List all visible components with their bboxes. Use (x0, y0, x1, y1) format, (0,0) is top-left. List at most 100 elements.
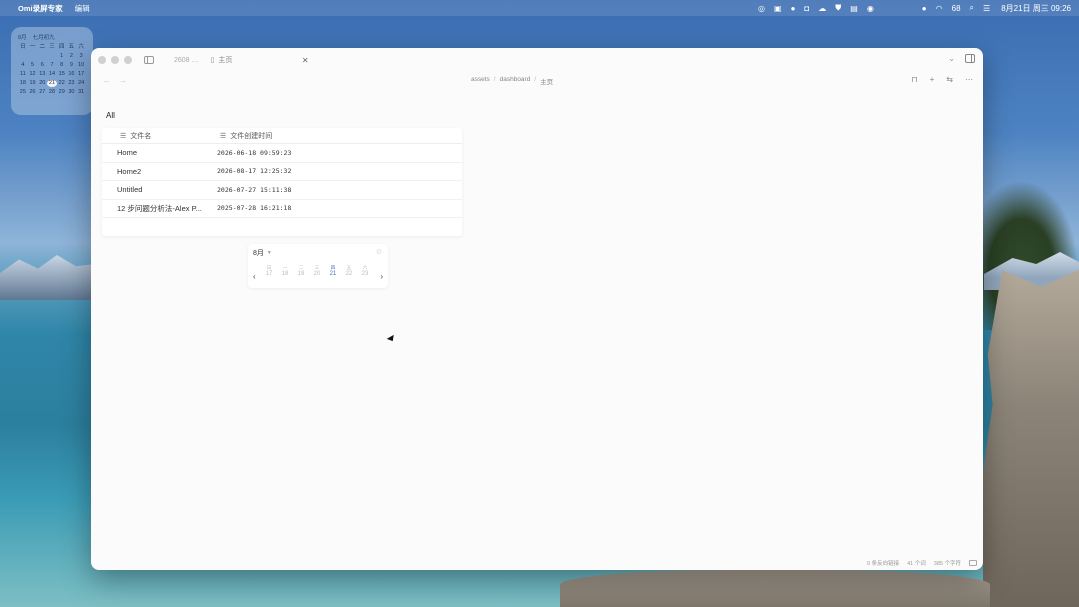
column-header-filename[interactable]: ☰ 文件名 (102, 131, 202, 141)
close-window-button[interactable] (98, 56, 106, 64)
backlinks-count[interactable]: 0 条反向链接 (867, 559, 899, 567)
breadcrumb-item[interactable]: 主页 (540, 76, 553, 86)
close-tab-icon[interactable]: ✕ (302, 56, 309, 65)
calendar-day[interactable]: 6 (37, 62, 47, 69)
control-center-icon[interactable]: ☰ (983, 4, 990, 13)
qq-icon[interactable]: ● (791, 4, 796, 13)
breadcrumb-item[interactable]: assets (471, 76, 490, 86)
file-icon: ▯ (210, 57, 215, 64)
month-selector[interactable]: 8月 ▼ (253, 248, 272, 258)
right-sidebar-toggle-icon[interactable] (965, 54, 975, 63)
view-title[interactable]: All (106, 111, 115, 120)
swap-icon[interactable]: ⇆ (946, 75, 953, 84)
calendar-day[interactable]: 15 (57, 71, 67, 78)
calendar-day[interactable]: 1 (57, 53, 67, 60)
settings-icon[interactable]: ⚙ (376, 248, 382, 256)
date-picker-day[interactable]: 三 20 (312, 265, 322, 277)
calendar-day[interactable]: 9 (67, 62, 77, 69)
wechat-icon[interactable]: ☁ (818, 4, 826, 13)
calendar-weekday: 三 (49, 44, 55, 50)
calendar-day[interactable]: 2 (67, 53, 77, 60)
calendar-day[interactable]: 16 (67, 71, 77, 78)
date-picker-day[interactable]: 日 17 (264, 265, 274, 277)
tab-home[interactable]: ▯ 主页 ✕ (205, 55, 315, 65)
date-picker-day[interactable]: 五 22 (344, 265, 354, 277)
calendar-day[interactable]: 14 (47, 71, 57, 78)
calendar-day[interactable]: 4 (18, 62, 28, 69)
search-icon[interactable]: ⌕ (970, 3, 974, 13)
title-bar: 2608 … ▯ 主页 ✕ ⌄ (91, 48, 983, 72)
zoom-window-button[interactable] (124, 56, 132, 64)
calendar-day[interactable]: 27 (37, 89, 47, 96)
day-number: 23 (361, 271, 369, 277)
app2-icon[interactable]: ◘ (804, 4, 809, 13)
next-week-icon[interactable]: › (380, 272, 383, 281)
table-row[interactable]: Home 2026-06-18 09:59:23 (102, 144, 462, 163)
calendar-day[interactable]: 31 (76, 89, 86, 96)
record-icon[interactable]: ◉ (867, 4, 874, 13)
calendar-day[interactable]: 29 (57, 89, 67, 96)
sidebar-toggle-icon[interactable] (144, 56, 154, 64)
calendar-day[interactable]: 22 (57, 80, 67, 87)
chevron-down-icon[interactable]: ⌄ (948, 54, 955, 63)
calendar-day[interactable]: 30 (67, 89, 77, 96)
calendar-day[interactable]: 7 (47, 62, 57, 69)
calendar-day[interactable]: 23 (67, 80, 77, 87)
calendar-day[interactable]: 28 (47, 89, 57, 96)
window-controls (98, 56, 132, 64)
calendar-day[interactable]: 25 (18, 89, 28, 96)
calendar-day[interactable]: 24 (76, 80, 86, 87)
file-name[interactable]: Home (102, 148, 205, 157)
calendar-day[interactable]: 8 (57, 62, 67, 69)
file-created: 2025-07-28 16:21:18 (217, 204, 292, 213)
calendar-day[interactable]: 3 (76, 53, 86, 60)
lock-icon[interactable]: ⊓ (911, 75, 917, 84)
calendar-weekday: 一 (29, 44, 36, 50)
app-icon[interactable]: ▣ (774, 4, 782, 13)
date-picker-day[interactable]: 六 23 (360, 265, 370, 277)
forward-arrow-icon[interactable]: → (119, 76, 127, 85)
breadcrumb-item[interactable]: dashboard (500, 76, 531, 86)
day-number: 18 (281, 271, 289, 277)
date-picker-day[interactable]: 一 18 (280, 265, 290, 277)
calendar-day[interactable]: 26 (28, 89, 38, 96)
table-row[interactable]: Home2 2026-08-17 12:25:32 (102, 163, 462, 181)
file-name[interactable]: Home2 (102, 167, 205, 176)
clipboard-icon[interactable]: ▤ (850, 4, 858, 13)
chat-icon[interactable]: ● (922, 4, 927, 13)
calendar-day[interactable]: 20 (37, 80, 47, 87)
calendar-widget[interactable]: 8月 七月初九 日一二三四五六 1 2 3 4 5 6 7 8 9 10 11 12 13 14 15 16 17… (11, 27, 93, 115)
calendar-day[interactable]: 13 (37, 71, 47, 78)
add-icon[interactable]: + (930, 75, 935, 84)
back-arrow-icon[interactable]: ← (103, 76, 111, 85)
calendar-day[interactable]: 11 (18, 71, 28, 78)
openai-icon[interactable]: ◎ (758, 4, 765, 13)
column-header-created[interactable]: ☰ 文件创建时间 (202, 131, 272, 141)
menu-app-name[interactable]: Omi录屏专家 (18, 3, 63, 14)
minimize-window-button[interactable] (111, 56, 119, 64)
table-row[interactable]: 12 步问题分析法-Alex P... 2025-07-28 16:21:18 (102, 200, 462, 218)
menu-edit[interactable]: 编辑 (75, 3, 90, 14)
tab-2608[interactable]: 2608 … (168, 57, 205, 64)
prev-week-icon[interactable]: ‹ (253, 272, 256, 281)
date-picker-day[interactable]: 四 21 (328, 265, 338, 277)
date-picker-day[interactable]: 二 19 (296, 265, 306, 277)
more-icon[interactable]: ⋯ (965, 75, 973, 84)
calendar-day[interactable]: 5 (28, 62, 38, 69)
calendar-day[interactable]: 12 (28, 71, 38, 78)
chat-bubble-icon[interactable] (969, 560, 977, 566)
calendar-lunar: 七月初九 (32, 35, 55, 41)
file-name[interactable]: 12 步问题分析法-Alex P... (102, 203, 205, 214)
file-name[interactable]: Untitled (102, 185, 205, 194)
calendar-day[interactable]: 19 (28, 80, 38, 87)
clock[interactable]: 8月21日 周三 09:26 (1001, 3, 1071, 14)
calendar-day[interactable]: 10 (76, 62, 86, 69)
battery-icon[interactable]: 68 (952, 4, 961, 13)
wifi-icon[interactable]: ◠ (936, 4, 943, 13)
calendar-day[interactable]: 17 (76, 71, 86, 78)
shield-icon[interactable]: ⛊ (835, 3, 841, 13)
calendar-day[interactable]: 21 (47, 80, 57, 87)
calendar-day[interactable]: 18 (18, 80, 28, 87)
table-row[interactable]: Untitled 2026-07-27 15:11:38 (102, 181, 462, 200)
files-table: ☰ 文件名 ☰ 文件创建时间 Home 2026-06-18 09:59:23 … (102, 128, 462, 236)
